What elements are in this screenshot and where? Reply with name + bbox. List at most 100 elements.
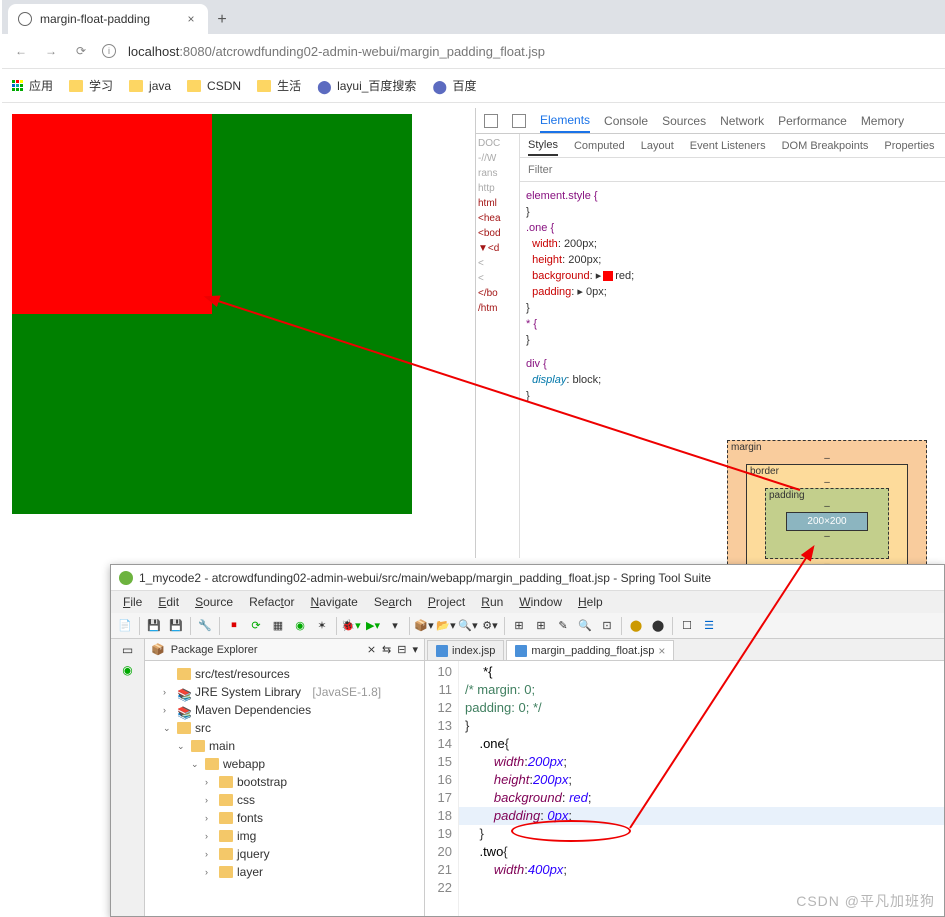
bookmark-item[interactable]: 生活	[257, 77, 301, 94]
tab-sources[interactable]: Sources	[662, 114, 706, 128]
tree[interactable]: src/test/resources ›📚JRE System Library …	[145, 661, 424, 916]
new-tab-button[interactable]: +	[208, 6, 236, 34]
styles-tabbar: Styles Computed Layout Event Listeners D…	[520, 134, 945, 158]
package-icon: 📦	[151, 643, 165, 656]
link-icon[interactable]: ⇆	[382, 643, 391, 656]
subtab-listeners[interactable]: Event Listeners	[690, 140, 766, 152]
tool-icon[interactable]: 🔧	[195, 616, 215, 636]
source-text[interactable]: *{ /* margin: 0; padding: 0; */ } .one{ …	[459, 661, 944, 916]
sidetab-icon[interactable]: ◉	[122, 663, 132, 677]
menu-help[interactable]: Help	[572, 595, 609, 609]
forward-icon[interactable]: →	[42, 42, 60, 60]
tool-icon[interactable]: ☰	[699, 616, 719, 636]
browser-tab[interactable]: margin-float-padding ×	[8, 4, 208, 34]
reload-icon[interactable]: ⟳	[72, 42, 90, 60]
view-tab-icon[interactable]: ⨯	[367, 643, 376, 656]
inspect-icon[interactable]	[484, 114, 498, 128]
new-icon[interactable]: 📄	[115, 616, 135, 636]
stop-icon[interactable]: ⏹	[224, 616, 244, 636]
tab-network[interactable]: Network	[720, 114, 764, 128]
dom-tree[interactable]: DOC-//Wranshttp html<hea<bod ▼<d<< </bo/…	[476, 134, 520, 558]
bookmark-item[interactable]: ⬤layui_百度搜索	[317, 77, 416, 94]
tool-icon[interactable]: ▦	[268, 616, 288, 636]
code-area[interactable]: 10111213141516171819202122 *{ /* margin:…	[425, 661, 944, 916]
tool-icon[interactable]: 🔍▾	[458, 616, 478, 636]
folder-icon	[191, 740, 205, 752]
debug-icon[interactable]: 🐞▾	[341, 616, 361, 636]
filter-input[interactable]	[528, 164, 937, 176]
folder-icon	[219, 866, 233, 878]
subtab-layout[interactable]: Layout	[641, 140, 674, 152]
padding-label: padding	[769, 490, 805, 501]
url[interactable]: localhost:8080/atcrowdfunding02-admin-we…	[128, 44, 545, 59]
menu-search[interactable]: Search	[368, 595, 418, 609]
subtab-breakpoints[interactable]: DOM Breakpoints	[782, 140, 869, 152]
tool-icon[interactable]: 📂▾	[436, 616, 456, 636]
tab-performance[interactable]: Performance	[778, 114, 847, 128]
back-icon[interactable]: ←	[12, 42, 30, 60]
tool-icon[interactable]: ⬤	[626, 616, 646, 636]
menu-window[interactable]: Window	[513, 595, 568, 609]
menu-bar: File Edit Source Refactor Navigate Searc…	[111, 591, 944, 613]
url-port: :8080	[179, 44, 212, 59]
tool-icon[interactable]: ⊡	[597, 616, 617, 636]
menu-file[interactable]: File	[117, 595, 148, 609]
jsp-icon	[436, 645, 448, 657]
run-icon[interactable]: ▶▾	[363, 616, 383, 636]
package-icon	[177, 668, 191, 680]
tool-icon[interactable]: ✎	[553, 616, 573, 636]
tool-icon[interactable]: ⊞	[531, 616, 551, 636]
device-icon[interactable]	[512, 114, 526, 128]
menu-source[interactable]: Source	[189, 595, 239, 609]
tool-icon[interactable]: ⚙▾	[480, 616, 500, 636]
subtab-properties[interactable]: Properties	[884, 140, 934, 152]
menu-icon[interactable]: ▾	[412, 643, 418, 656]
relaunch-icon[interactable]: ⟳	[246, 616, 266, 636]
bookmark-item[interactable]: 学习	[69, 77, 113, 94]
menu-edit[interactable]: Edit	[152, 595, 185, 609]
editor-tab-active[interactable]: margin_padding_float.jsp×	[506, 640, 674, 660]
view-header: 📦 Package Explorer ⨯ ⇆ ⊟ ▾	[145, 639, 424, 661]
menu-refactor[interactable]: Refactor	[243, 595, 300, 609]
window-titlebar: 1_mycode2 - atcrowdfunding02-admin-webui…	[111, 565, 944, 591]
subtab-styles[interactable]: Styles	[528, 139, 558, 156]
menu-run[interactable]: Run	[475, 595, 509, 609]
tool-icon[interactable]: ✶	[312, 616, 332, 636]
close-icon[interactable]: ×	[184, 12, 198, 26]
apps-button[interactable]: 应用	[12, 77, 53, 94]
tool-icon[interactable]: 🔍	[575, 616, 595, 636]
bookmark-item[interactable]: ⬤百度	[432, 77, 476, 94]
subtab-computed[interactable]: Computed	[574, 140, 625, 152]
editor-tab[interactable]: index.jsp	[427, 640, 504, 660]
info-icon[interactable]: i	[102, 44, 116, 58]
menu-navigate[interactable]: Navigate	[304, 595, 363, 609]
color-swatch[interactable]	[603, 271, 613, 281]
tool-icon[interactable]: ⊞	[509, 616, 529, 636]
menu-project[interactable]: Project	[422, 595, 471, 609]
window-title: 1_mycode2 - atcrowdfunding02-admin-webui…	[139, 571, 711, 585]
tab-console[interactable]: Console	[604, 114, 648, 128]
tool-icon[interactable]: ⬤	[648, 616, 668, 636]
sidetab-icon[interactable]: ▭	[122, 643, 133, 657]
tool-icon[interactable]: 📦▾	[414, 616, 434, 636]
address-bar: ← → ⟳ i localhost:8080/atcrowdfunding02-…	[2, 34, 945, 69]
tab-memory[interactable]: Memory	[861, 114, 904, 128]
collapse-icon[interactable]: ⊟	[397, 643, 406, 656]
tool-icon[interactable]: ▾	[385, 616, 405, 636]
toolbar: 📄 💾 💾 🔧 ⏹ ⟳ ▦ ◉ ✶ 🐞▾ ▶▾ ▾ 📦▾ 📂▾ 🔍▾ ⚙▾ ⊞ …	[111, 613, 944, 639]
browser-chrome: margin-float-padding × + ← → ⟳ i localho…	[2, 0, 945, 105]
save-icon[interactable]: 💾	[144, 616, 164, 636]
bookmarks-bar: 应用 学习 java CSDN 生活 ⬤layui_百度搜索 ⬤百度	[2, 69, 945, 103]
paw-icon: ⬤	[432, 79, 446, 93]
folder-icon	[219, 776, 233, 788]
close-icon[interactable]: ×	[658, 644, 665, 658]
folder-icon	[219, 794, 233, 806]
tab-elements[interactable]: Elements	[540, 113, 590, 133]
saveall-icon[interactable]: 💾	[166, 616, 186, 636]
dashboard-icon[interactable]: ◉	[290, 616, 310, 636]
bookmark-item[interactable]: CSDN	[187, 79, 241, 93]
margin-label: margin	[731, 442, 762, 453]
watermark: CSDN @平凡加班狗	[796, 891, 935, 911]
tool-icon[interactable]: ☐	[677, 616, 697, 636]
bookmark-item[interactable]: java	[129, 79, 171, 93]
